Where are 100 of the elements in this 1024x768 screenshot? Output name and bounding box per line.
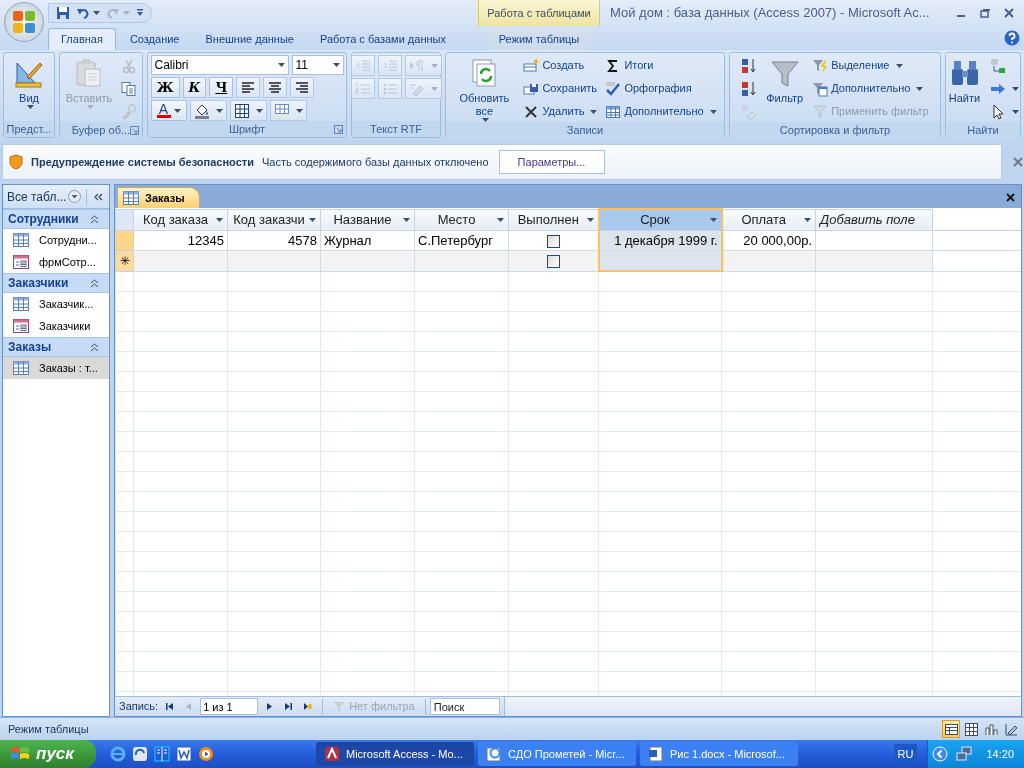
column-header[interactable]: Выполнен [508, 209, 599, 230]
media-player-icon[interactable] [198, 746, 214, 762]
horizontal-scrollbar[interactable] [503, 697, 1021, 716]
italic-button[interactable]: К [182, 77, 207, 98]
table-icon [13, 297, 29, 311]
warning-title: Предупреждение системы безопасности [31, 154, 254, 170]
table-icon [13, 233, 29, 247]
sort-ascending-icon [741, 57, 758, 74]
close-icon[interactable] [1004, 8, 1014, 18]
ribbon-tab[interactable]: Внешние данные [193, 28, 306, 50]
access-app-icon [324, 746, 340, 762]
ribbon-tab[interactable]: Главная [48, 28, 116, 50]
caret-icon [309, 217, 316, 222]
collapse-icon[interactable] [93, 191, 104, 202]
advanced-filter-button[interactable]: Дополнительно [810, 78, 926, 99]
save-button[interactable] [55, 4, 71, 22]
undo-icon [76, 6, 90, 20]
chevron-left-icon[interactable] [932, 746, 949, 762]
group-header[interactable]: Заказчики [3, 273, 109, 293]
view-button[interactable]: Вид [10, 55, 48, 121]
pane-title: Все табл... [7, 188, 67, 206]
sigma-button[interactable]: Итоги [603, 55, 656, 76]
column-header[interactable]: Код заказчи [227, 209, 321, 230]
sync-icon[interactable] [132, 746, 148, 762]
selection-filter-button[interactable]: Выделение [810, 55, 905, 76]
language-indicator[interactable]: RU [893, 743, 918, 765]
align-left-icon [240, 79, 257, 96]
taskbar-button[interactable]: Рис 1.docx - Microsof... [640, 742, 798, 766]
office-button[interactable] [4, 2, 44, 42]
pivot-chart-view-icon [983, 721, 999, 737]
caret-icon [216, 217, 223, 222]
window-title: Мой дом : база данных (Access 2007) - Microsoft Ac... [609, 4, 931, 23]
new-record-icon [303, 702, 313, 711]
caret-icon [332, 63, 340, 67]
nav-item[interactable]: Заказы : т... [3, 357, 109, 379]
restore-icon[interactable] [980, 8, 990, 18]
column-header[interactable]: Место [414, 209, 509, 230]
align-left-button[interactable] [236, 77, 261, 98]
row-selector[interactable]: ✳ [115, 250, 134, 271]
pivot-table-view-button[interactable] [962, 720, 980, 738]
document-tab[interactable]: Заказы [117, 187, 200, 208]
spellcheck-button[interactable]: Орфография [603, 78, 694, 99]
table-icon [13, 361, 29, 375]
bold-button[interactable]: Ж [150, 77, 180, 98]
filter-button[interactable]: Фильтр [763, 55, 807, 122]
close-icon[interactable] [1006, 193, 1015, 202]
group-title: Записи [566, 122, 604, 138]
network-icon[interactable] [956, 746, 973, 762]
ribbon-tab[interactable]: Режим таблицы [486, 28, 592, 50]
delete-button[interactable]: Удалить [521, 101, 600, 122]
taskbar-button[interactable]: Microsoft Access - Mo... [316, 742, 474, 766]
column-header[interactable]: Оплата [721, 209, 816, 230]
align-right-button[interactable] [290, 77, 315, 98]
search-field[interactable]: Поиск [429, 698, 500, 715]
browser-icon[interactable] [110, 746, 126, 762]
dialog-launcher-icon[interactable] [334, 124, 343, 134]
record-number-field[interactable]: 1 из 1 [200, 698, 259, 715]
save-record-button[interactable]: Сохранить [521, 78, 600, 99]
shield-icon [9, 154, 23, 170]
group-header[interactable]: Сотрудники [3, 209, 109, 229]
design-view-icon [1003, 721, 1019, 737]
add-field-header[interactable]: Добавить поле [815, 209, 933, 230]
ribbon-tab[interactable]: Работа с базами данных [307, 28, 458, 50]
dialog-launcher-icon[interactable] [130, 125, 139, 135]
group-header[interactable]: Заказы [3, 337, 109, 357]
group-title: Предст... [6, 121, 52, 137]
paint-bucket-button[interactable] [189, 100, 227, 121]
taskbar-button[interactable]: СДО Прометей - Micr... [478, 742, 636, 766]
refresh-button[interactable]: Обновить все [451, 55, 518, 122]
binoculars-button[interactable]: Найти [945, 55, 984, 122]
dropdown-icon[interactable] [68, 190, 82, 203]
font-field[interactable]: Calibri [150, 55, 289, 75]
datasheet-view-button[interactable] [942, 720, 960, 738]
checkbox[interactable] [546, 255, 560, 269]
column-header[interactable]: Название [320, 209, 415, 230]
grid-button[interactable] [229, 100, 267, 121]
help-icon[interactable] [1004, 30, 1020, 46]
column-header[interactable]: Код заказа [133, 209, 228, 230]
funnel-icon [333, 700, 346, 713]
copy-icon [121, 80, 138, 97]
table-button[interactable]: Дополнительно [603, 101, 719, 122]
document-icon[interactable] [176, 746, 192, 762]
chevron-up-icon [90, 342, 99, 352]
caret-icon [277, 63, 285, 67]
ribbon-tab[interactable]: Создание [117, 28, 192, 50]
column-header[interactable]: Срок [598, 209, 722, 230]
font-color-button[interactable]: A [150, 100, 187, 121]
new-record-button[interactable]: Создать [521, 55, 587, 76]
align-center-button[interactable] [263, 77, 288, 98]
previous-record-icon [184, 702, 194, 711]
checkbox[interactable] [546, 234, 560, 248]
underline-button[interactable]: Ч [209, 77, 234, 98]
replace-icon [989, 57, 1006, 74]
book-icon[interactable] [154, 746, 170, 762]
apply-filter-icon [812, 103, 829, 120]
table-cell: 1 декабря 1999 г. [598, 230, 722, 251]
options-button[interactable]: Параметры... [498, 150, 605, 174]
start-button[interactable]: пуск [0, 740, 96, 768]
font-size-field[interactable]: 11 [291, 55, 344, 75]
indent-icon [381, 57, 398, 74]
